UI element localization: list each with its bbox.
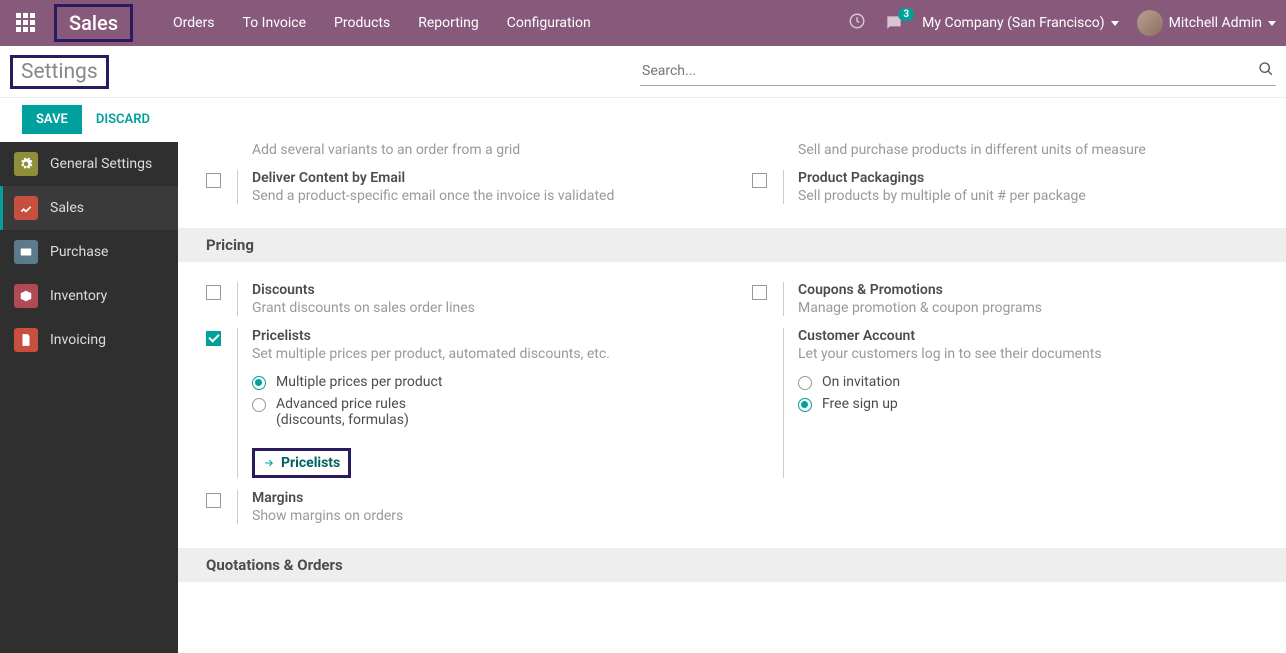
radio-label: Advanced price rules (discounts, formula… [276,396,409,428]
pricelist-mode-group: Multiple prices per product Advanced pri… [252,374,712,428]
messages-icon[interactable]: 3 [884,13,904,33]
nav-configuration[interactable]: Configuration [507,15,591,31]
section-quotations: Quotations & Orders [178,548,1286,582]
arrow-right-icon [263,457,275,469]
card-icon [14,240,38,264]
nav-links: Orders To Invoice Products Reporting Con… [173,15,848,31]
setting-desc: Grant discounts on sales order lines [252,300,712,316]
setting-title: Discounts [252,282,712,298]
checkbox-packagings[interactable] [752,173,767,188]
setting-title: Deliver Content by Email [252,170,712,186]
setting-title: Coupons & Promotions [798,282,1258,298]
checkbox-deliver-email[interactable] [206,173,221,188]
settings-content: Add several variants to an order from a … [178,142,1286,653]
setting-desc: Show margins on orders [252,508,712,524]
settings-sidebar: General Settings Sales Purchase Inventor… [0,142,178,653]
customer-account-group: On invitation Free sign up [798,374,1258,412]
app-brand[interactable]: Sales [54,4,133,42]
section-pricing: Pricing [178,228,1286,262]
company-name: My Company (San Francisco) [922,15,1104,31]
sidebar-item-invoicing[interactable]: Invoicing [0,318,178,362]
radio-advanced-rules[interactable] [252,398,266,412]
setting-desc: Let your customers log in to see their d… [798,346,1258,362]
setting-desc: Set multiple prices per product, automat… [252,346,712,362]
nav-right: 3 My Company (San Francisco) Mitchell Ad… [848,10,1276,36]
top-navbar: Sales Orders To Invoice Products Reporti… [0,0,1286,46]
apps-icon[interactable] [16,13,36,33]
breadcrumb-bar: Settings [0,46,1286,98]
chart-icon [14,196,38,220]
radio-label: Multiple prices per product [276,374,442,390]
user-menu[interactable]: Mitchell Admin [1137,10,1276,36]
radio-multiple-prices[interactable] [252,376,266,390]
checkbox-coupons[interactable] [752,285,767,300]
setting-title: Product Packagings [798,170,1258,186]
discard-button[interactable]: DISCARD [96,112,150,127]
gear-icon [14,152,38,176]
sidebar-item-purchase[interactable]: Purchase [0,230,178,274]
avatar [1137,10,1163,36]
sidebar-item-inventory[interactable]: Inventory [0,274,178,318]
checkbox-pricelists[interactable] [206,331,221,346]
sidebar-item-label: Invoicing [50,332,106,348]
sidebar-item-sales[interactable]: Sales [0,186,178,230]
nav-orders[interactable]: Orders [173,15,215,31]
messages-badge: 3 [898,8,914,21]
search-wrap [640,57,1276,86]
pricelists-link[interactable]: Pricelists [252,448,351,478]
company-switcher[interactable]: My Company (San Francisco) [922,15,1118,31]
search-input[interactable] [640,57,1276,86]
checkbox-margins[interactable] [206,493,221,508]
setting-desc: Send a product-specific email once the i… [252,188,712,204]
setting-desc: Manage promotion & coupon programs [798,300,1258,316]
nav-to-invoice[interactable]: To Invoice [243,15,307,31]
activity-icon[interactable] [848,12,866,34]
page-title: Settings [10,55,109,89]
save-button[interactable]: SAVE [22,105,82,134]
sidebar-item-label: General Settings [50,156,152,172]
search-icon[interactable] [1258,61,1274,81]
setting-title: Pricelists [252,328,712,344]
setting-desc: Sell and purchase products in different … [798,142,1258,158]
nav-reporting[interactable]: Reporting [418,15,479,31]
document-icon [14,328,38,352]
radio-label: On invitation [822,374,900,390]
sidebar-item-label: Inventory [50,288,107,304]
nav-products[interactable]: Products [334,15,390,31]
setting-desc: Add several variants to an order from a … [252,142,712,158]
body: General Settings Sales Purchase Inventor… [0,142,1286,653]
chevron-down-icon [1111,21,1119,26]
action-bar: SAVE DISCARD [0,98,1286,142]
sidebar-item-general[interactable]: General Settings [0,142,178,186]
setting-title: Customer Account [798,328,1258,344]
sidebar-item-label: Purchase [50,244,108,260]
sidebar-item-label: Sales [50,200,84,216]
radio-on-invitation[interactable] [798,376,812,390]
link-label: Pricelists [281,455,340,471]
chevron-down-icon [1268,21,1276,26]
radio-label: Free sign up [822,396,898,412]
user-name: Mitchell Admin [1169,15,1262,31]
box-icon [14,284,38,308]
setting-title: Margins [252,490,712,506]
setting-desc: Sell products by multiple of unit # per … [798,188,1258,204]
radio-free-signup[interactable] [798,398,812,412]
checkbox-discounts[interactable] [206,285,221,300]
